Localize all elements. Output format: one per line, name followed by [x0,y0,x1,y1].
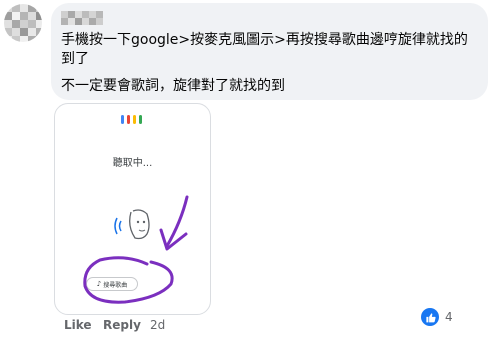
reaction-summary[interactable]: 4 [421,308,453,326]
avatar[interactable] [4,4,42,42]
reaction-count: 4 [445,310,453,324]
comment-bubble: 手機按一下google>按麥克風圖示>再按搜尋歌曲邊哼旋律就找的到了 不一定要會… [51,3,488,100]
timestamp[interactable]: 2d [150,318,165,332]
reply-button[interactable]: Reply [103,318,141,332]
comment-text-line1: 手機按一下google>按麥克風圖示>再按搜尋歌曲邊哼旋律就找的到了 [61,32,468,67]
thumbs-up-icon [421,308,439,326]
comment-text-line2: 不一定要會歌詞，旋律對了就找的到 [61,78,285,94]
annotation-drawing [83,195,189,304]
attached-image[interactable]: 聽取中... ♪ 搜尋歌曲 [54,103,211,315]
commenter-name-redacted[interactable] [61,11,103,25]
like-button[interactable]: Like [64,318,92,332]
